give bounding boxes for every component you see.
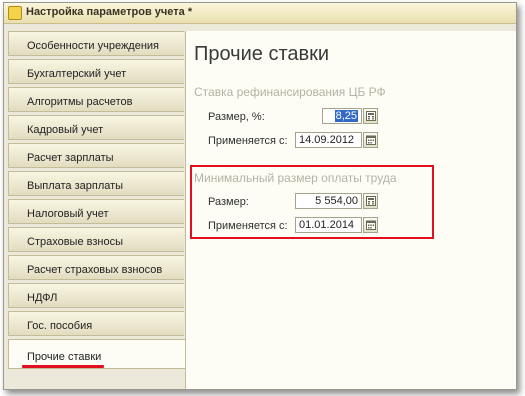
sidebar-item-accounting[interactable]: Бухгалтерский учет (8, 59, 184, 84)
refinancing-group-title: Ставка рефинансирования ЦБ РФ (194, 85, 386, 99)
active-tab-underline (22, 365, 104, 368)
page-title: Прочие ставки (194, 43, 330, 65)
title-bar: Настройка параметров учета * (4, 3, 516, 24)
sidebar-item-ndfl[interactable]: НДФЛ (8, 283, 184, 308)
sidebar-item-payroll-payment[interactable]: Выплата зарплаты (8, 171, 184, 196)
refinancing-date-field[interactable]: 14.09.2012 (295, 132, 362, 148)
sidebar-item-insurance-calc[interactable]: Расчет страховых взносов (8, 255, 184, 280)
sidebar-item-benefits[interactable]: Гос. пособия (8, 311, 184, 336)
app-icon (8, 6, 22, 20)
sidebar: Особенности учреждения Бухгалтерский уче… (8, 31, 188, 389)
refinancing-size-field[interactable]: 8,25 (322, 108, 362, 124)
min-wage-highlight-box (190, 165, 434, 239)
window-title: Настройка параметров учета * (26, 6, 193, 18)
calendar-icon[interactable] (363, 132, 378, 148)
sidebar-item-calculation-algorithms[interactable]: Алгоритмы расчетов (8, 87, 184, 112)
refinancing-applied-label: Применяется с: (208, 135, 288, 147)
sidebar-item-hr[interactable]: Кадровый учет (8, 115, 184, 140)
refinancing-size-label: Размер, %: (208, 111, 265, 123)
calculator-icon[interactable] (363, 108, 378, 124)
sidebar-item-institution-features[interactable]: Особенности учреждения (8, 31, 184, 56)
sidebar-item-payroll-calc[interactable]: Расчет зарплаты (8, 143, 184, 168)
sidebar-item-insurance[interactable]: Страховые взносы (8, 227, 184, 252)
sidebar-item-tax[interactable]: Налоговый учет (8, 199, 184, 224)
settings-window: Настройка параметров учета * Особенности… (3, 2, 517, 390)
